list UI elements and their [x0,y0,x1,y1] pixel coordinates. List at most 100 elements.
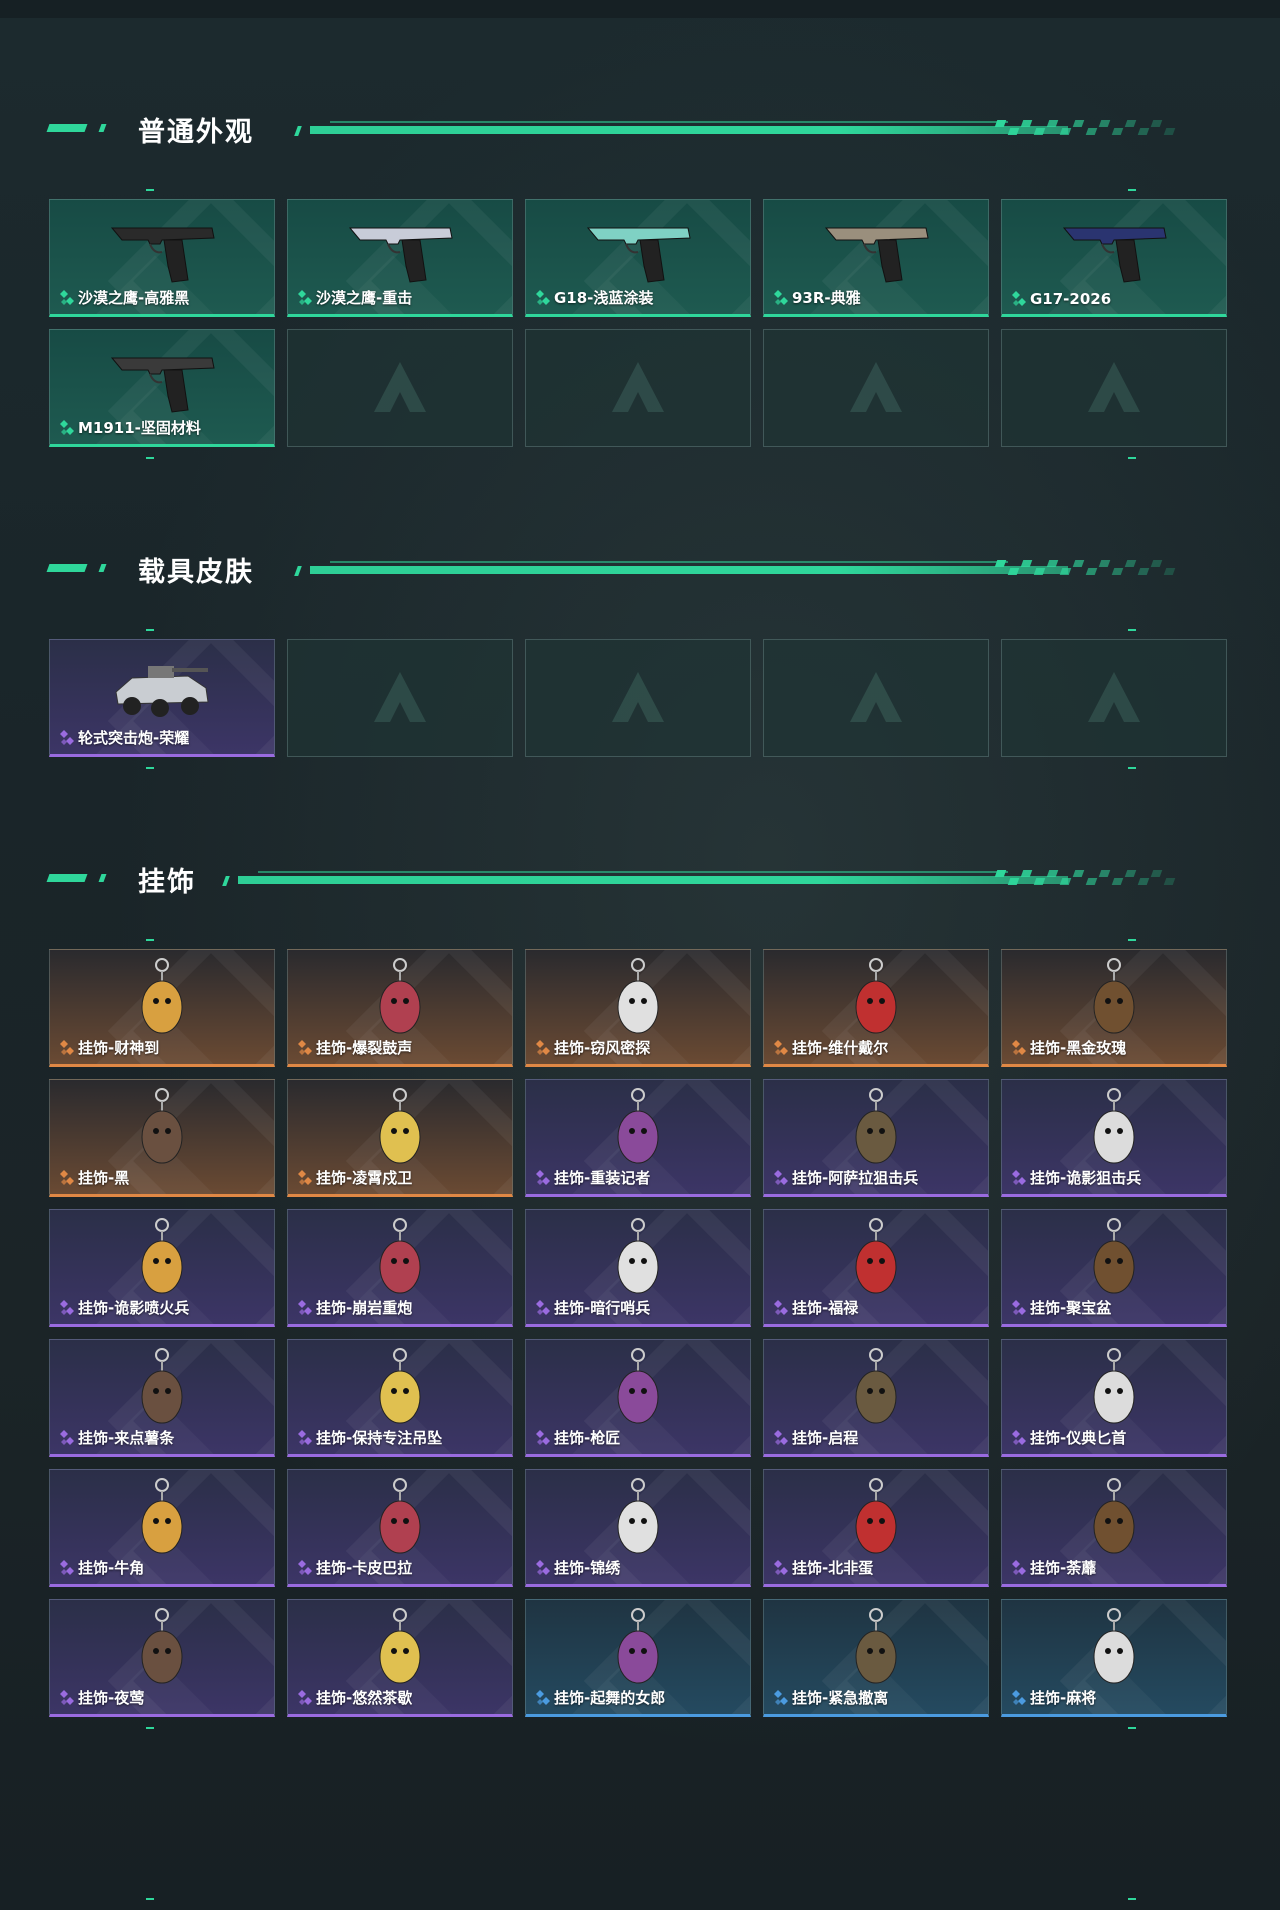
checker-square [1033,128,1046,135]
rarity-diamond-icon [60,289,78,307]
logo-watermark-icon [370,358,430,418]
item-card[interactable]: 挂饰-启程 [763,1339,989,1457]
rarity-diamond-icon [298,1429,316,1447]
item-card[interactable]: 93R-典雅 [763,199,989,317]
header-line-tick [222,876,230,886]
item-card[interactable]: 挂饰-紧急撤离 [763,1599,989,1717]
item-card[interactable]: 挂饰-爆裂鼓声 [287,949,513,1067]
item-card[interactable]: 挂饰-枪匠 [525,1339,751,1457]
item-card[interactable]: 挂饰-牛角 [49,1469,275,1587]
checker-square [994,870,1007,877]
item-label-row: 挂饰-崩岩重炮 [298,1297,412,1318]
logo-watermark-icon [1084,358,1144,418]
charm-icon [526,1474,750,1562]
item-name: 挂饰-黑 [78,1169,130,1187]
item-card[interactable]: 挂饰-黑金玫瑰 [1001,949,1227,1067]
item-card[interactable]: G17-2026 [1001,199,1227,317]
item-label-row: 沙漠之鹰-高雅黑 [60,287,189,308]
item-card[interactable]: 挂饰-夜莺 [49,1599,275,1717]
item-card[interactable]: 沙漠之鹰-高雅黑 [49,199,275,317]
item-card[interactable]: 挂饰-锦绣 [525,1469,751,1587]
item-card[interactable]: 挂饰-悠然茶歇 [287,1599,513,1717]
item-card[interactable]: 挂饰-崩岩重炮 [287,1209,513,1327]
item-label-row: 沙漠之鹰-重击 [298,287,412,308]
item-card[interactable]: 轮式突击炮-荣耀 [49,639,275,757]
item-name: 挂饰-黑金玫瑰 [1030,1039,1127,1057]
item-card[interactable]: 挂饰-麻将 [1001,1599,1227,1717]
charm-icon [288,1214,512,1302]
item-card[interactable]: 挂饰-保持专注吊坠 [287,1339,513,1457]
item-name: 挂饰-窃风密探 [554,1039,651,1057]
item-name: 挂饰-重装记者 [554,1169,651,1187]
item-name: 挂饰-维什戴尔 [792,1039,889,1057]
checker-square [1046,870,1059,877]
grid-corner-tick [146,457,154,459]
item-card[interactable]: 挂饰-诡影狙击兵 [1001,1079,1227,1197]
item-name: 挂饰-财神到 [78,1039,160,1057]
item-card[interactable]: G18-浅蓝涂装 [525,199,751,317]
item-card[interactable]: 挂饰-黑 [49,1079,275,1197]
item-name: 挂饰-锦绣 [554,1559,621,1577]
item-name: 挂饰-保持专注吊坠 [316,1429,443,1447]
logo-watermark-icon [608,358,668,418]
rarity-diamond-icon [298,1299,316,1317]
logo-watermark-icon [846,668,906,728]
rarity-diamond-icon [1012,1559,1030,1577]
item-label-row: 挂饰-牛角 [60,1557,144,1578]
item-label-row: 挂饰-黑金玫瑰 [1012,1037,1126,1058]
item-card[interactable]: 挂饰-北非蛋 [763,1469,989,1587]
checker-square [1150,120,1163,127]
item-label-row: 挂饰-锦绣 [536,1557,620,1578]
header-line-tick [294,566,302,576]
charm-icon [1002,954,1226,1042]
item-label-row: 挂饰-阿萨拉狙击兵 [774,1167,918,1188]
item-card[interactable]: 挂饰-仪典匕首 [1001,1339,1227,1457]
charm-icon [764,1604,988,1692]
checker-square [1085,878,1098,885]
item-card[interactable]: 挂饰-维什戴尔 [763,949,989,1067]
checker-square [1046,560,1059,567]
empty-slot [525,639,751,757]
item-card[interactable]: 挂饰-福禄 [763,1209,989,1327]
grid-corner-tick [146,629,154,631]
grid-corner-tick [1128,1727,1136,1729]
rarity-diamond-icon [774,1039,792,1057]
charm-icon [50,1344,274,1432]
grid-corner-tick [1128,629,1136,631]
grid-corner-tick [1128,939,1136,941]
item-card[interactable]: 挂饰-暗行哨兵 [525,1209,751,1327]
charm-icon [1002,1214,1226,1302]
header-accent-tick [98,564,107,572]
item-label-row: 挂饰-保持专注吊坠 [298,1427,442,1448]
item-label-row: G17-2026 [1012,290,1111,308]
item-card[interactable]: 挂饰-阿萨拉狙击兵 [763,1079,989,1197]
item-card[interactable]: 挂饰-窃风密探 [525,949,751,1067]
item-card[interactable]: 沙漠之鹰-重击 [287,199,513,317]
checker-square [1020,870,1033,877]
item-card[interactable]: 挂饰-起舞的女郎 [525,1599,751,1717]
charm-icon [764,954,988,1042]
item-card[interactable]: 挂饰-聚宝盆 [1001,1209,1227,1327]
item-card[interactable]: 挂饰-重装记者 [525,1079,751,1197]
item-card[interactable]: 挂饰-凌霄戍卫 [287,1079,513,1197]
checker-square [1046,120,1059,127]
item-card[interactable]: 挂饰-诡影喷火兵 [49,1209,275,1327]
checker-square [1111,128,1124,135]
header-thin-line [330,121,1008,123]
header-accent-bar [46,874,88,882]
item-name: 挂饰-起舞的女郎 [554,1689,666,1707]
logo-watermark-icon [846,358,906,418]
checker-square [1072,120,1085,127]
item-card[interactable]: 挂饰-财神到 [49,949,275,1067]
item-card[interactable]: M1911-坚固材料 [49,329,275,447]
item-name: 挂饰-枪匠 [554,1429,621,1447]
item-card[interactable]: 挂饰-卡皮巴拉 [287,1469,513,1587]
rarity-diamond-icon [60,729,78,747]
checker-square [1150,560,1163,567]
item-card[interactable]: 挂饰-来点薯条 [49,1339,275,1457]
charm-icon [50,1214,274,1302]
rarity-diamond-icon [536,1689,554,1707]
item-card[interactable]: 挂饰-荼蘼 [1001,1469,1227,1587]
checker-square [1124,560,1137,567]
empty-slot [287,329,513,447]
